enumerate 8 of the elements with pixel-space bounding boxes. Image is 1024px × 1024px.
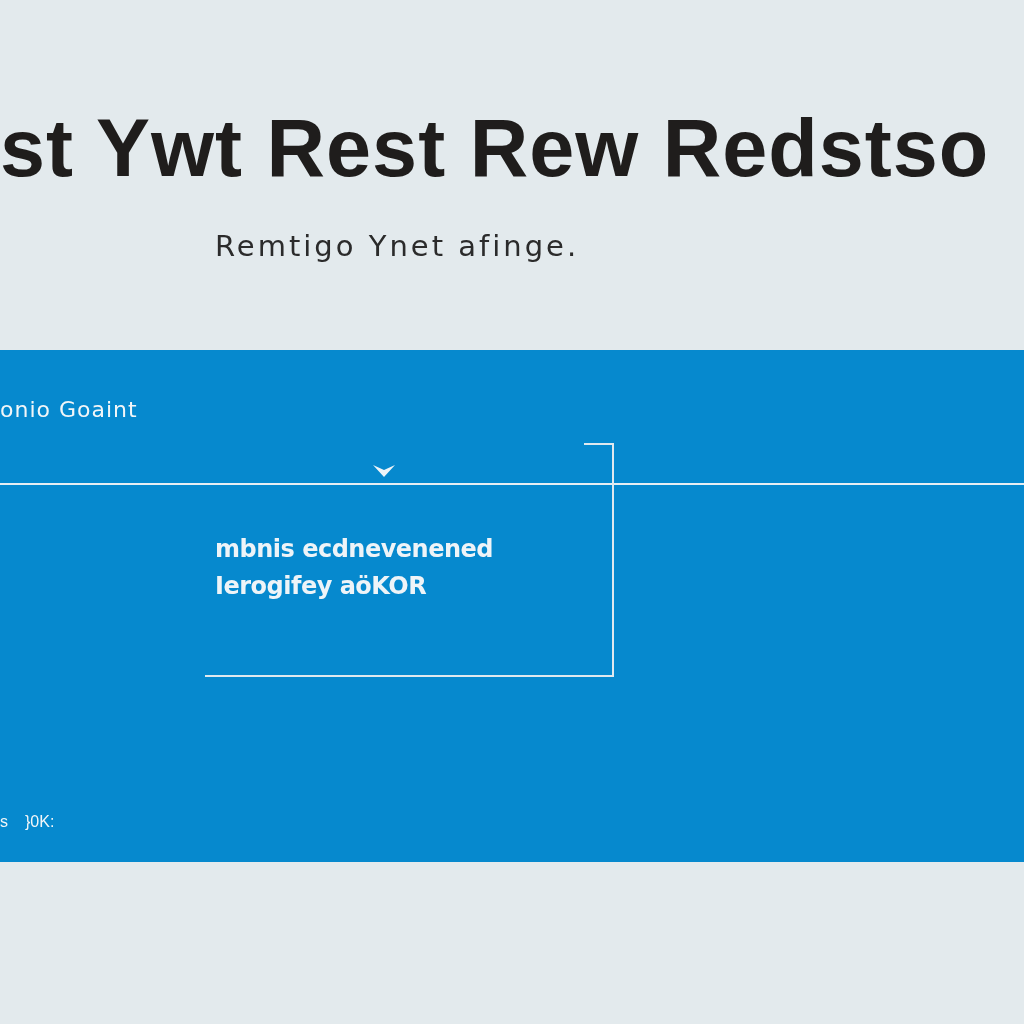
field-label: onio Goaint xyxy=(0,399,138,421)
menu-item[interactable]: Ierogifey aöKOR xyxy=(215,568,427,605)
chevron-down-icon xyxy=(373,465,395,477)
footer-text: }0K: xyxy=(25,814,55,830)
page-title: st Ywt Rest Rew Redstso xyxy=(0,102,990,189)
menu-item[interactable]: mbnis ecdnevenened xyxy=(215,531,493,568)
footer-text: s xyxy=(0,814,8,830)
page-subtitle: Remtigo Ynet afinge. xyxy=(215,232,580,261)
